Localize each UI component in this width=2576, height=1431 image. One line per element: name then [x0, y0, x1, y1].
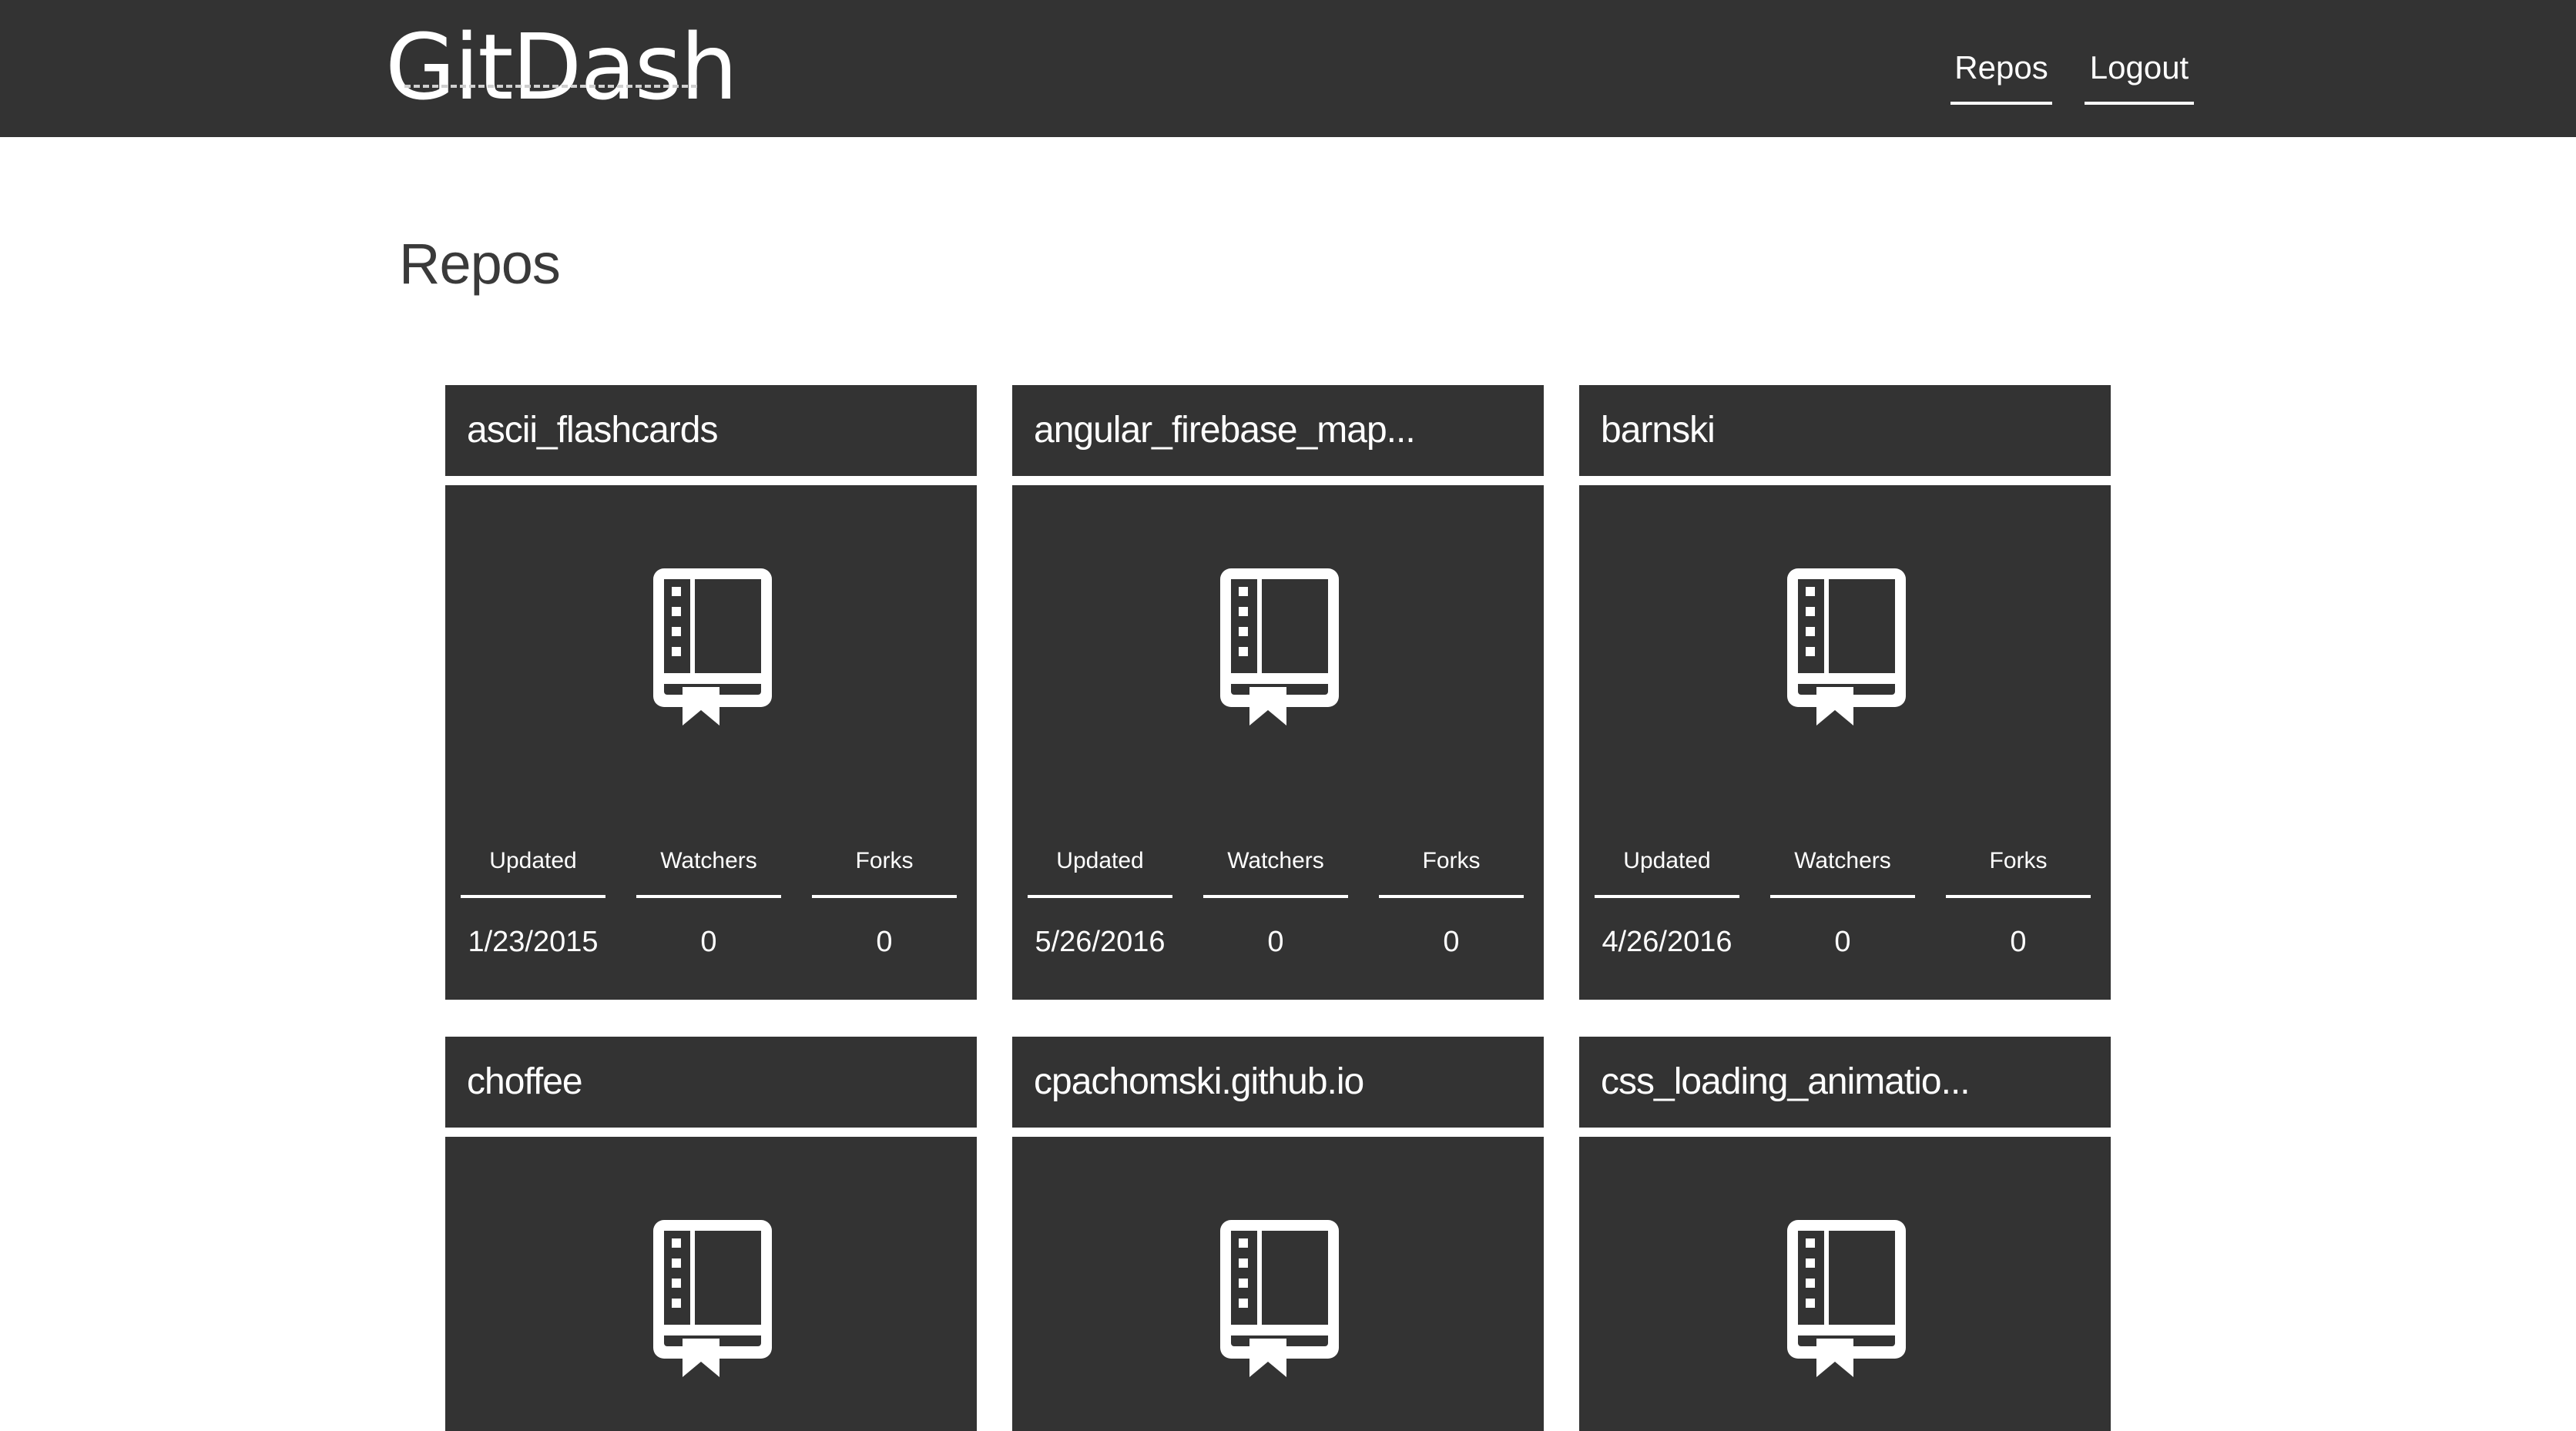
stat-label: Updated	[1028, 846, 1172, 898]
repo-stats: Updated 5/26/2016 Watchers 0 Forks 0	[1028, 846, 1528, 969]
repo-book-icon	[1220, 568, 1339, 726]
stat-label: Forks	[1379, 846, 1524, 898]
repo-card-body[interactable]	[1012, 1137, 1544, 1431]
stat-watchers: Watchers 0	[1203, 846, 1348, 961]
repo-book-icon	[653, 568, 772, 726]
stat-updated: Updated 5/26/2016	[1028, 846, 1172, 961]
repo-stats: Updated 1/23/2015 Watchers 0 Forks 0	[461, 846, 961, 969]
stat-label: Watchers	[636, 846, 781, 898]
repo-card-title[interactable]: choffee	[445, 1037, 977, 1128]
repo-card-body[interactable]: Updated 5/26/2016 Watchers 0 Forks 0	[1012, 485, 1544, 1000]
repo-card-body[interactable]: Updated 1/23/2015 Watchers 0 Forks 0	[445, 485, 977, 1000]
stat-value: 1/23/2015	[468, 926, 599, 958]
stat-value: 5/26/2016	[1035, 926, 1166, 958]
stat-updated: Updated 4/26/2016	[1595, 846, 1739, 961]
stat-value: 0	[700, 926, 717, 958]
stat-value: 0	[1443, 926, 1460, 958]
stat-value: 0	[1267, 926, 1284, 958]
stat-value: 0	[2010, 926, 2027, 958]
repo-book-icon	[1787, 1220, 1906, 1377]
repo-card-body[interactable]	[1579, 1137, 2111, 1431]
stat-value: 4/26/2016	[1602, 926, 1732, 958]
logo[interactable]: GitDash	[385, 17, 738, 117]
nav-link-repos[interactable]: Repos	[1950, 45, 2052, 105]
repo-card-title[interactable]: barnski	[1579, 385, 2111, 476]
repo-stats: Updated 4/26/2016 Watchers 0 Forks 0	[1595, 846, 2095, 969]
stat-forks: Forks 0	[1379, 846, 1524, 961]
stat-forks: Forks 0	[812, 846, 957, 961]
stat-label: Updated	[1595, 846, 1739, 898]
stat-label: Forks	[1946, 846, 2091, 898]
repo-book-icon	[653, 1220, 772, 1377]
stat-value: 0	[1834, 926, 1851, 958]
repo-book-icon	[1787, 568, 1906, 726]
stat-value: 0	[876, 926, 893, 958]
stat-label: Forks	[812, 846, 957, 898]
stat-label: Watchers	[1770, 846, 1915, 898]
repo-card-title[interactable]: ascii_flashcards	[445, 385, 977, 476]
stat-forks: Forks 0	[1946, 846, 2091, 961]
stat-updated: Updated 1/23/2015	[461, 846, 605, 961]
nav-link-logout[interactable]: Logout	[2085, 45, 2194, 105]
top-navbar: GitDash Repos Logout	[0, 0, 2576, 137]
repo-card-title[interactable]: css_loading_animatio...	[1579, 1037, 2111, 1128]
logo-underline-decoration	[404, 85, 697, 88]
stat-label: Watchers	[1203, 846, 1348, 898]
repo-card-body[interactable]	[445, 1137, 977, 1431]
repo-card-body[interactable]: Updated 4/26/2016 Watchers 0 Forks 0	[1579, 485, 2111, 1000]
page-title: Repos	[399, 232, 561, 296]
stat-watchers: Watchers 0	[636, 846, 781, 961]
repo-card-title[interactable]: angular_firebase_map...	[1012, 385, 1544, 476]
repo-book-icon	[1220, 1220, 1339, 1377]
repo-card-title[interactable]: cpachomski.github.io	[1012, 1037, 1544, 1128]
stat-label: Updated	[461, 846, 605, 898]
stat-watchers: Watchers 0	[1770, 846, 1915, 961]
